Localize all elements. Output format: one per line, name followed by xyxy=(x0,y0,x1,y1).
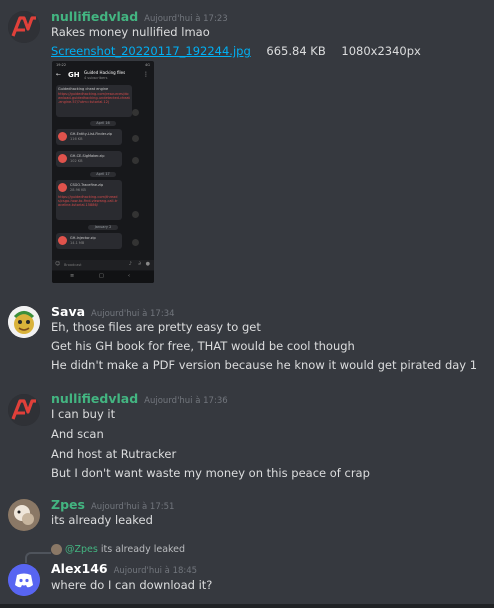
file-size: 116 KB xyxy=(70,137,83,141)
author-label[interactable]: nullifiedvlad xyxy=(51,9,138,24)
message-text: But I don't want waste my money on this … xyxy=(51,466,370,480)
author-name[interactable]: nullifiedvlad Aujourd'hui à 17:23 xyxy=(51,9,228,24)
phone-clock: 19:22 xyxy=(56,63,67,67)
timestamp: Aujourd'hui à 17:36 xyxy=(144,396,228,406)
nullified-logo-icon xyxy=(8,394,40,426)
phone-composer: ☺ Broadcast ♪ ∂ ● xyxy=(52,260,154,270)
recents-icon: ≡ xyxy=(70,273,75,279)
channel-subtitle: 4 subscribers xyxy=(84,76,108,80)
file-name: GH-Entity-List-Finder.zip xyxy=(70,132,112,136)
author-label[interactable]: Sava xyxy=(51,304,85,319)
back-arrow-icon: ← xyxy=(56,71,62,78)
message-text: Get his GH book for free, THAT would be … xyxy=(51,339,355,353)
date-pill: January 2 xyxy=(88,225,118,230)
nullified-logo-icon xyxy=(8,11,40,43)
bottom-edge xyxy=(0,604,494,608)
composer-placeholder: Broadcast xyxy=(64,263,82,267)
message-3: nullifiedvlad Aujourd'hui à 17:36 I can b… xyxy=(0,388,494,488)
forward-icon xyxy=(132,239,139,246)
mic-icon: ● xyxy=(145,261,150,267)
attachment-size: 665.84 KB xyxy=(266,44,326,58)
emoji-icon: ☺ xyxy=(55,261,61,267)
reply-avatar-icon xyxy=(51,544,62,555)
phone-status-bar: 19:22 4G xyxy=(52,61,154,69)
more-icon: ⋮ xyxy=(143,71,149,78)
avatar-zpes[interactable] xyxy=(8,499,40,531)
file-download-icon xyxy=(58,183,67,192)
message-4: Zpes Aujourd'hui à 17:51 its already leak… xyxy=(0,495,494,535)
attach-icon: ∂ xyxy=(138,261,141,267)
forward-icon xyxy=(132,135,139,142)
file-size: 102 KB xyxy=(70,159,83,163)
forward-icon xyxy=(132,211,139,218)
home-icon: □ xyxy=(99,273,104,279)
message-text: where do I can download it? xyxy=(51,578,213,592)
file-name: GH-CE-SigMaker.zip xyxy=(70,154,105,158)
avatar-sava[interactable] xyxy=(8,306,40,338)
phone-file-bubble: CSGO-Tracefine.zip 28.96 KB https://guid… xyxy=(56,180,122,220)
author-label[interactable]: Alex146 xyxy=(51,561,108,576)
phone-file-bubble: GH-Entity-List-Finder.zip 116 KB xyxy=(56,129,122,145)
message-1: nullifiedvlad Aujourd'hui à 17:23 Rakes m… xyxy=(0,0,494,290)
message-text: its already leaked xyxy=(51,513,153,527)
attachment-info: Screenshot_20220117_192244.jpg 665.84 KB… xyxy=(51,44,421,58)
file-download-icon xyxy=(58,236,67,245)
author-name[interactable]: nullifiedvlad Aujourd'hui à 17:36 xyxy=(51,391,228,406)
reply-preview[interactable]: @Zpes its already leaked xyxy=(51,544,185,555)
phone-intro-bubble: Guidedhacking cheat engine https://guide… xyxy=(56,85,132,117)
channel-logo-icon: GH xyxy=(68,71,80,79)
phone-signal: 4G xyxy=(145,63,150,67)
file-link: https://guidedhacking.com/threads/csgo-h… xyxy=(58,195,118,207)
forward-icon xyxy=(132,109,139,116)
avatar-alex146[interactable] xyxy=(8,564,40,596)
file-download-icon xyxy=(58,132,67,141)
channel-title: Guided Hacking files xyxy=(84,70,126,75)
message-2: Sava Aujourd'hui à 17:34 Eh, those files … xyxy=(0,296,494,380)
file-size: 14.1 MB xyxy=(70,241,85,245)
file-download-icon xyxy=(58,154,67,163)
attachment-link[interactable]: Screenshot_20220117_192244.jpg xyxy=(51,44,251,58)
date-pill: April 16 xyxy=(90,121,116,126)
date-pill: April 17 xyxy=(90,172,116,177)
attachment-dimensions: 1080x2340px xyxy=(341,44,421,58)
message-text: He didn't make a PDF version because he … xyxy=(51,358,478,372)
author-label[interactable]: Zpes xyxy=(51,497,85,512)
author-name[interactable]: Zpes Aujourd'hui à 17:51 xyxy=(51,497,174,512)
intro-text: Guidedhacking cheat engine xyxy=(58,87,109,91)
phone-nav-bar: ≡ □ ‹ xyxy=(52,271,154,283)
message-text: Eh, those files are pretty easy to get xyxy=(51,320,261,334)
timestamp: Aujourd'hui à 18:45 xyxy=(113,566,198,576)
author-label[interactable]: nullifiedvlad xyxy=(51,391,138,406)
reply-text: its already leaked xyxy=(100,544,186,555)
forward-icon xyxy=(132,157,139,164)
message-text: Rakes money nullified lmao xyxy=(51,25,210,39)
message-text: And host at Rutracker xyxy=(51,447,177,461)
phone-header: ← GH Guided Hacking files 4 subscribers … xyxy=(52,69,154,83)
bell-icon: ♪ xyxy=(128,261,132,267)
timestamp: Aujourd'hui à 17:23 xyxy=(144,14,228,24)
author-name[interactable]: Sava Aujourd'hui à 17:34 xyxy=(51,304,175,319)
zpes-avatar-icon xyxy=(8,499,40,531)
avatar-nullifiedvlad[interactable] xyxy=(8,394,40,426)
message-text: And scan xyxy=(51,427,104,441)
reply-mention[interactable]: @Zpes xyxy=(65,544,98,555)
back-icon: ‹ xyxy=(128,273,130,279)
discord-logo-icon xyxy=(8,564,40,596)
phone-file-bubble: GH-CE-SigMaker.zip 102 KB xyxy=(56,151,122,167)
attachment-image[interactable]: 19:22 4G ← GH Guided Hacking files 4 sub… xyxy=(52,61,154,283)
timestamp: Aujourd'hui à 17:34 xyxy=(91,309,175,319)
file-size: 28.96 KB xyxy=(70,188,86,192)
file-name: CSGO-Tracefine.zip xyxy=(70,183,104,187)
intro-link: https://guidedhacking.com/resources/down… xyxy=(58,92,130,104)
author-name[interactable]: Alex146 Aujourd'hui à 18:45 xyxy=(51,561,197,576)
sava-avatar-icon xyxy=(8,306,40,338)
phone-file-bubble: GH-Injector.zip 14.1 MB xyxy=(56,233,122,249)
message-text: I can buy it xyxy=(51,407,116,421)
timestamp: Aujourd'hui à 17:51 xyxy=(90,502,175,512)
message-5: @Zpes its already leaked Alex146 Aujourd'… xyxy=(0,540,494,604)
avatar-nullifiedvlad[interactable] xyxy=(8,11,40,43)
file-name: GH-Injector.zip xyxy=(70,236,96,240)
